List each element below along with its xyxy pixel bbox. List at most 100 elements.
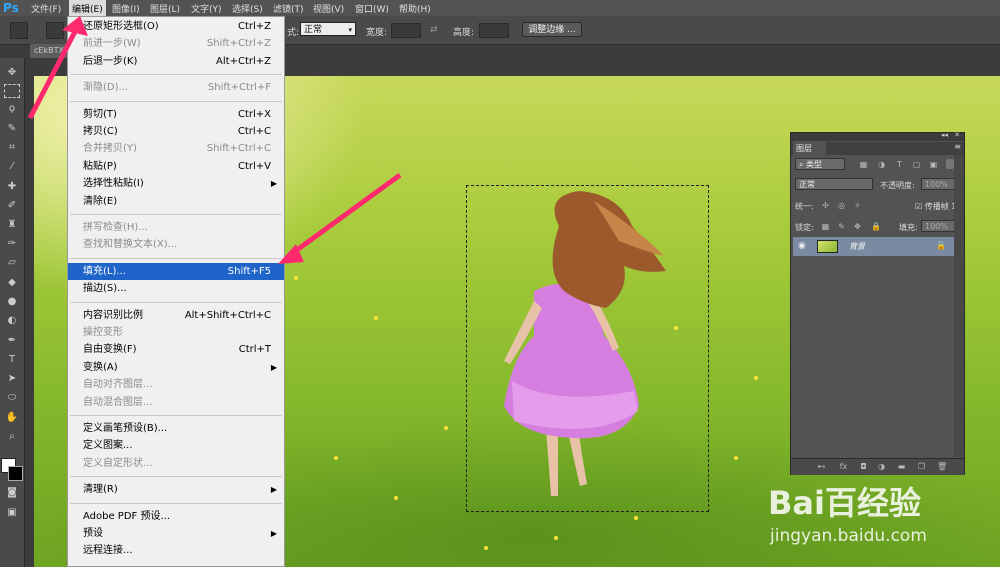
panel-scrollbar[interactable] [954, 155, 964, 457]
lock-all-icon[interactable]: 🔒 [871, 222, 881, 231]
propagate-frame-checkbox[interactable]: ☑ 传播帧 1 [915, 201, 956, 212]
menu-type[interactable]: 文字(Y) [191, 2, 222, 15]
blend-mode-select[interactable]: 正常 [795, 178, 873, 190]
edit-menu-item[interactable]: 拷贝(C) Ctrl+C [68, 123, 284, 140]
shape-filter-icon[interactable]: ▢ [912, 160, 921, 169]
unify-style-icon[interactable]: ✧ [853, 201, 862, 210]
marquee-tool-icon[interactable] [4, 84, 20, 98]
edit-menu-item[interactable]: 选择性粘贴(I) ▶ [68, 175, 284, 192]
screen-mode-icon[interactable]: ▣ [4, 506, 20, 520]
trash-icon[interactable]: 🗑 [937, 462, 947, 471]
menu-filter[interactable]: 滤镜(T) [273, 2, 304, 15]
history-brush-icon[interactable]: ✑ [4, 237, 20, 251]
edit-menu-item[interactable]: 远程连接... [68, 542, 284, 559]
unify-position-icon[interactable]: ✢ [821, 201, 830, 210]
menu-window[interactable]: 窗口(W) [355, 2, 389, 15]
edit-menu-item[interactable]: 前进一步(W) Shift+Ctrl+Z [68, 35, 284, 52]
edit-menu-item[interactable]: 定义自定形状... [68, 455, 284, 472]
menu-file[interactable]: 文件(F) [31, 2, 61, 15]
marquee-preset-icon[interactable] [10, 22, 28, 39]
pen-tool-icon[interactable]: ✒ [4, 334, 20, 348]
menu-image[interactable]: 图像(I) [112, 2, 140, 15]
unify-visibility-icon[interactable]: ◎ [837, 201, 846, 210]
menu-layer[interactable]: 图层(L) [150, 2, 180, 15]
panel-header[interactable]: ◂◂ ✕ [791, 131, 964, 141]
edit-menu-item[interactable]: 变换(A) ▶ [68, 359, 284, 376]
lock-pixels-icon[interactable]: ✎ [837, 222, 846, 231]
edit-menu-item[interactable]: 还原矩形选框(O) Ctrl+Z [68, 18, 284, 35]
layer-style-icon[interactable]: fx [839, 462, 848, 471]
opacity-input[interactable]: 100% [921, 178, 955, 190]
healing-brush-icon[interactable]: ✚ [4, 180, 20, 194]
edit-menu-item[interactable]: 预设 ▶ [68, 525, 284, 542]
menu-help[interactable]: 帮助(H) [399, 2, 431, 15]
ellipse-tool-icon[interactable]: ⬭ [4, 391, 20, 405]
swap-icon[interactable]: ⇄ [430, 25, 438, 35]
crop-tool-icon[interactable]: ⌗ [4, 141, 20, 155]
marquee-selection[interactable] [466, 185, 709, 512]
background-color-swatch[interactable] [8, 466, 23, 481]
filter-toggle[interactable] [946, 159, 954, 169]
zoom-tool-icon[interactable]: ⌕ [4, 430, 20, 444]
dodge-tool-icon[interactable]: ◐ [4, 314, 20, 328]
fill-input[interactable]: 100% [921, 220, 955, 232]
new-group-icon[interactable]: ▬ [897, 462, 906, 471]
eye-icon[interactable]: ◉ [798, 241, 806, 251]
edit-menu-item[interactable]: 查找和替换文本(X)... [68, 236, 284, 253]
edit-menu-item[interactable]: 清理(R) ▶ [68, 481, 284, 498]
type-tool-icon[interactable]: T [4, 353, 20, 367]
edit-menu-item[interactable]: 粘贴(P) Ctrl+V [68, 158, 284, 175]
new-selection-icon[interactable] [46, 22, 64, 39]
blur-tool-icon[interactable]: ● [4, 295, 20, 309]
menu-view[interactable]: 视图(V) [313, 2, 344, 15]
edit-menu-item[interactable]: Adobe PDF 预设... [68, 508, 284, 525]
edit-menu-item[interactable]: 渐隐(D)... Shift+Ctrl+F [68, 79, 284, 96]
smart-filter-icon[interactable]: ▣ [929, 160, 938, 169]
edit-menu-item[interactable]: 描边(S)... [68, 280, 284, 297]
type-filter-icon[interactable]: T [895, 160, 904, 169]
lock-position-icon[interactable]: ✥ [853, 222, 862, 231]
menu-edit[interactable]: 编辑(E) [69, 0, 106, 16]
edit-menu-item[interactable]: 拼写检查(H)... [68, 219, 284, 236]
lock-transparent-icon[interactable]: ▦ [821, 222, 830, 231]
menu-select[interactable]: 选择(S) [232, 2, 263, 15]
path-select-icon[interactable]: ➤ [4, 372, 20, 386]
edit-menu-item[interactable]: 填充(L)... Shift+F5 [68, 262, 284, 280]
edit-menu-item[interactable]: 合并拷贝(Y) Shift+Ctrl+C [68, 140, 284, 157]
clone-stamp-icon[interactable]: ♜ [4, 218, 20, 232]
edit-menu-item[interactable]: 定义图案... [68, 437, 284, 454]
edit-menu-item[interactable]: 内容识别比例 Alt+Shift+Ctrl+C [68, 307, 284, 324]
layer-row-background[interactable]: ◉ 背景 🔒 [793, 237, 954, 256]
edit-menu-item[interactable]: 清除(E) [68, 193, 284, 210]
quick-select-icon[interactable]: ✎ [4, 122, 20, 136]
panel-menu-icon[interactable]: ≡ [954, 142, 961, 151]
add-mask-icon[interactable]: ◘ [859, 462, 868, 471]
lasso-tool-icon[interactable]: ϙ [4, 102, 20, 116]
height-input[interactable] [479, 23, 509, 38]
move-tool-icon[interactable]: ✥ [4, 66, 20, 80]
eraser-icon[interactable]: ▱ [4, 256, 20, 270]
layer-filter-select[interactable]: ⌕ 类型 [795, 158, 845, 170]
hand-tool-icon[interactable]: ✋ [4, 411, 20, 425]
paint-bucket-icon[interactable]: ◆ [4, 276, 20, 290]
new-layer-icon[interactable]: ❐ [917, 462, 926, 471]
eyedropper-icon[interactable]: ⁄ [4, 160, 20, 174]
adjustment-layer-icon[interactable]: ◑ [877, 462, 886, 471]
tab-layers[interactable]: 图层 [793, 142, 826, 155]
pixel-filter-icon[interactable]: ▦ [859, 160, 868, 169]
edit-menu-item[interactable]: 剪切(T) Ctrl+X [68, 106, 284, 123]
quick-mask-icon[interactable]: ◙ [4, 486, 20, 500]
edit-menu-item[interactable]: 自动对齐图层... [68, 376, 284, 393]
brush-tool-icon[interactable]: ✐ [4, 199, 20, 213]
refine-edge-button[interactable]: 调整边缘 ... [522, 22, 582, 37]
edit-menu-item[interactable]: 自由变换(F) Ctrl+T [68, 341, 284, 358]
adjust-filter-icon[interactable]: ◑ [877, 160, 886, 169]
style-select[interactable]: 正常 ▾ [300, 22, 356, 36]
edit-menu-item[interactable]: 定义画笔预设(B)... [68, 420, 284, 437]
edit-menu-item[interactable]: 后退一步(K) Alt+Ctrl+Z [68, 53, 284, 70]
link-layers-icon[interactable]: ⊷ [817, 462, 826, 471]
close-icon: ✕ [954, 131, 960, 139]
edit-menu-item[interactable]: 自动混合图层... [68, 394, 284, 411]
edit-menu-item[interactable]: 操控变形 [68, 324, 284, 341]
width-input[interactable] [391, 23, 421, 38]
